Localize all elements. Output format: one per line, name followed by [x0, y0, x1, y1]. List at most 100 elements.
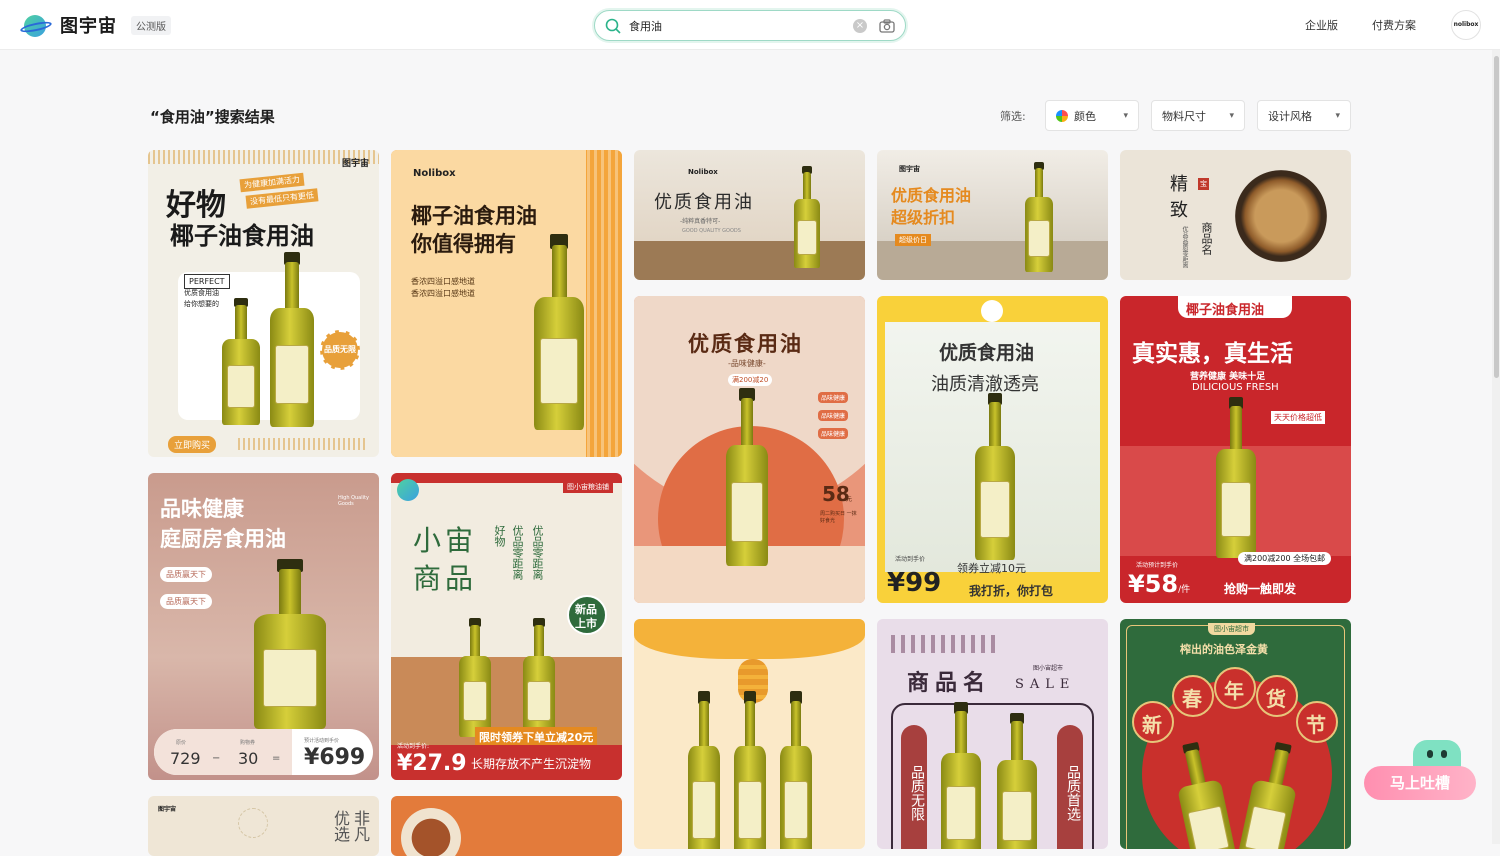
- beta-badge: 公测版: [131, 15, 171, 35]
- card9-v3-value: 699: [319, 745, 366, 770]
- avatar[interactable]: nolibox: [1451, 10, 1481, 40]
- oil-bottle-image: [997, 712, 1037, 849]
- card9-v3: ¥699: [304, 745, 366, 770]
- card13-char-1: 新: [1142, 713, 1162, 737]
- card6-tag-3: 品味健康: [818, 428, 849, 439]
- card9-title1: 品味健康: [160, 497, 244, 521]
- oil-bottle-image: [1216, 396, 1256, 558]
- oil-bottle-image: [726, 387, 768, 566]
- card9-v2: 30: [238, 749, 259, 768]
- result-card-1[interactable]: 图宇宙 为健康加满活力 没有最低只有更低 好物 椰子油食用油 PERFECT 优…: [148, 150, 379, 457]
- card10-price: ¥27.9: [397, 751, 467, 776]
- card2-title1: 椰子油食用油: [411, 204, 537, 228]
- card6-sub: -品味健康-: [728, 359, 766, 368]
- card10-price-value: 27.9: [412, 751, 467, 776]
- card9-pill1: 品质赢天下: [160, 567, 212, 582]
- result-card-3[interactable]: Nolibox 优质食用油 -纯粹真香特可- GOOD QUALITY GOOD…: [634, 150, 865, 280]
- card7-promo: 领券立减10元: [957, 562, 1026, 575]
- result-card-4[interactable]: 图宇宙 优质食用油 超级折扣 超级价日: [877, 150, 1108, 280]
- walnut-bowl-image: [1235, 170, 1327, 262]
- result-card-2[interactable]: Nolibox 椰子油食用油 你值得拥有 香浓四溢口感地道 香浓四溢口感地道: [391, 150, 622, 457]
- color-wheel-icon: [1056, 109, 1068, 122]
- card12-sale: SALE: [1015, 677, 1076, 692]
- card13-char-2: 春: [1182, 687, 1202, 711]
- card8-cta: 抢购一触即发: [1224, 582, 1297, 596]
- result-card-7[interactable]: 优质食用油 油质清澈透亮 活动到手价 ¥99 领券立减10元 我打折，你打包: [877, 296, 1108, 603]
- card5-title3: 商品名: [1200, 222, 1213, 255]
- result-card-12[interactable]: 商品名 图小宙超市 SALE 品质无限 品质首选: [877, 619, 1108, 849]
- card4-title2: 超级折扣: [891, 208, 956, 227]
- oil-bottle-image: [1025, 161, 1053, 272]
- card8-title: 真实惠，真生活: [1132, 341, 1293, 367]
- card1-tag3: 给你想要的: [184, 300, 219, 308]
- card6-tag-1: 品味健康: [818, 392, 849, 403]
- oil-bottle-image: [254, 559, 326, 729]
- logo[interactable]: 图宇宙 公测版: [19, 12, 171, 38]
- filter-color-dropdown[interactable]: 颜色 ▾: [1045, 100, 1139, 131]
- search-bar[interactable]: ×: [594, 10, 906, 41]
- result-card-15[interactable]: [391, 796, 622, 856]
- clear-icon[interactable]: ×: [853, 18, 867, 33]
- card1-cta[interactable]: 立即购买: [168, 436, 217, 453]
- chevron-down-icon: ▾: [1229, 110, 1234, 121]
- result-card-5[interactable]: 精 致 宝 商品名 优品品质零距离: [1120, 150, 1351, 280]
- logo-text: 图宇宙: [60, 16, 117, 37]
- nav-pricing[interactable]: 付费方案: [1372, 17, 1416, 33]
- card6-title: 优质食用油: [688, 332, 803, 356]
- card6-unit: 元: [846, 496, 853, 503]
- oil-bottle-image: [523, 618, 555, 737]
- oil-bottle-image: [941, 702, 981, 849]
- planet-logo-icon: [19, 13, 53, 37]
- card1-slogan: 为健康加满活力: [239, 172, 305, 193]
- card12-right: 品质首选: [1065, 765, 1081, 821]
- result-card-14[interactable]: 图宇宙 非凡 优选: [148, 796, 379, 856]
- result-card-13[interactable]: 图小宙超市 榨出的油色泽金黄 新 春 年 货 节: [1120, 619, 1351, 849]
- card2-line2: 香浓四溢口感地道: [411, 289, 475, 298]
- feedback-button[interactable]: 马上吐槽: [1364, 766, 1476, 800]
- result-card-9[interactable]: 品味健康 庭厨房食用油 High Quality Goods 品质赢天下 品质赢…: [148, 473, 379, 780]
- camera-icon[interactable]: [879, 18, 895, 33]
- card13-char-5: 节: [1306, 713, 1326, 737]
- card13-shop: 图小宙超市: [1208, 623, 1255, 635]
- card8-price: ¥58/件: [1128, 570, 1191, 598]
- top-header: 图宇宙 公测版 × 企业版 付费方案 nolibox: [0, 0, 1500, 50]
- oil-bottle-image: [688, 691, 720, 849]
- card8-promo: 满200减200 全场包邮: [1238, 552, 1332, 565]
- filter-style-dropdown[interactable]: 设计风格 ▾: [1257, 100, 1351, 131]
- card12-title: 商品名: [907, 670, 992, 696]
- card9-pill2: 品质赢天下: [160, 594, 212, 609]
- card2-title2: 你值得拥有: [411, 232, 516, 256]
- card9-v1: 729: [170, 749, 201, 768]
- card3-sub: -纯粹真香特可-: [680, 218, 721, 225]
- oil-bottle-image: [459, 618, 491, 737]
- filter-size-dropdown[interactable]: 物料尺寸 ▾: [1151, 100, 1245, 131]
- card9-title2: 庭厨房食用油: [160, 527, 286, 551]
- card13-char-3: 年: [1224, 679, 1244, 703]
- equals-icon: =: [272, 753, 281, 764]
- result-card-8[interactable]: 椰子油食用油 真实惠，真生活 营养健康 美味十足 DILICIOUS FRESH…: [1120, 296, 1351, 603]
- card6-tag-2: 品味健康: [818, 410, 849, 421]
- filter-color-label: 颜色: [1074, 109, 1096, 123]
- card2-line1: 香浓四溢口感地道: [411, 277, 475, 286]
- search-input[interactable]: [629, 19, 853, 32]
- card4-brand: 图宇宙: [899, 165, 920, 173]
- oil-bottle-image: [975, 392, 1015, 560]
- oil-bottle-image: [270, 252, 314, 427]
- card9-en: High Quality Goods: [338, 495, 369, 507]
- card5-desc: 优品品质零距离: [1181, 226, 1188, 268]
- card9-l2: 购物券: [240, 740, 256, 746]
- card1-tag: PERFECT: [184, 274, 230, 289]
- result-card-6[interactable]: 优质食用油 -品味健康- 满200减20 品味健康 品味健康 品味健康 58 元…: [634, 296, 865, 603]
- card10-col3: 优品零距离: [531, 525, 544, 580]
- card5-title1: 精: [1170, 174, 1188, 195]
- card3-title: 优质食用油: [654, 192, 754, 213]
- card13-char-4: 货: [1266, 687, 1286, 711]
- card4-title1: 优质食用油: [891, 186, 972, 205]
- card9-l3: 预计活动到手价: [304, 738, 340, 744]
- card10-promo: 限时领券下单立减20元: [475, 727, 598, 747]
- nav-enterprise[interactable]: 企业版: [1305, 17, 1338, 33]
- result-card-11[interactable]: [634, 619, 865, 849]
- card8-price-value: 58: [1144, 570, 1179, 598]
- page-scrollbar-thumb[interactable]: [1494, 56, 1499, 378]
- result-card-10[interactable]: 图小宙粮油铺 小宙 商品 好物 优品零距离 优品零距离 新品 上市 限时领券下单…: [391, 473, 622, 780]
